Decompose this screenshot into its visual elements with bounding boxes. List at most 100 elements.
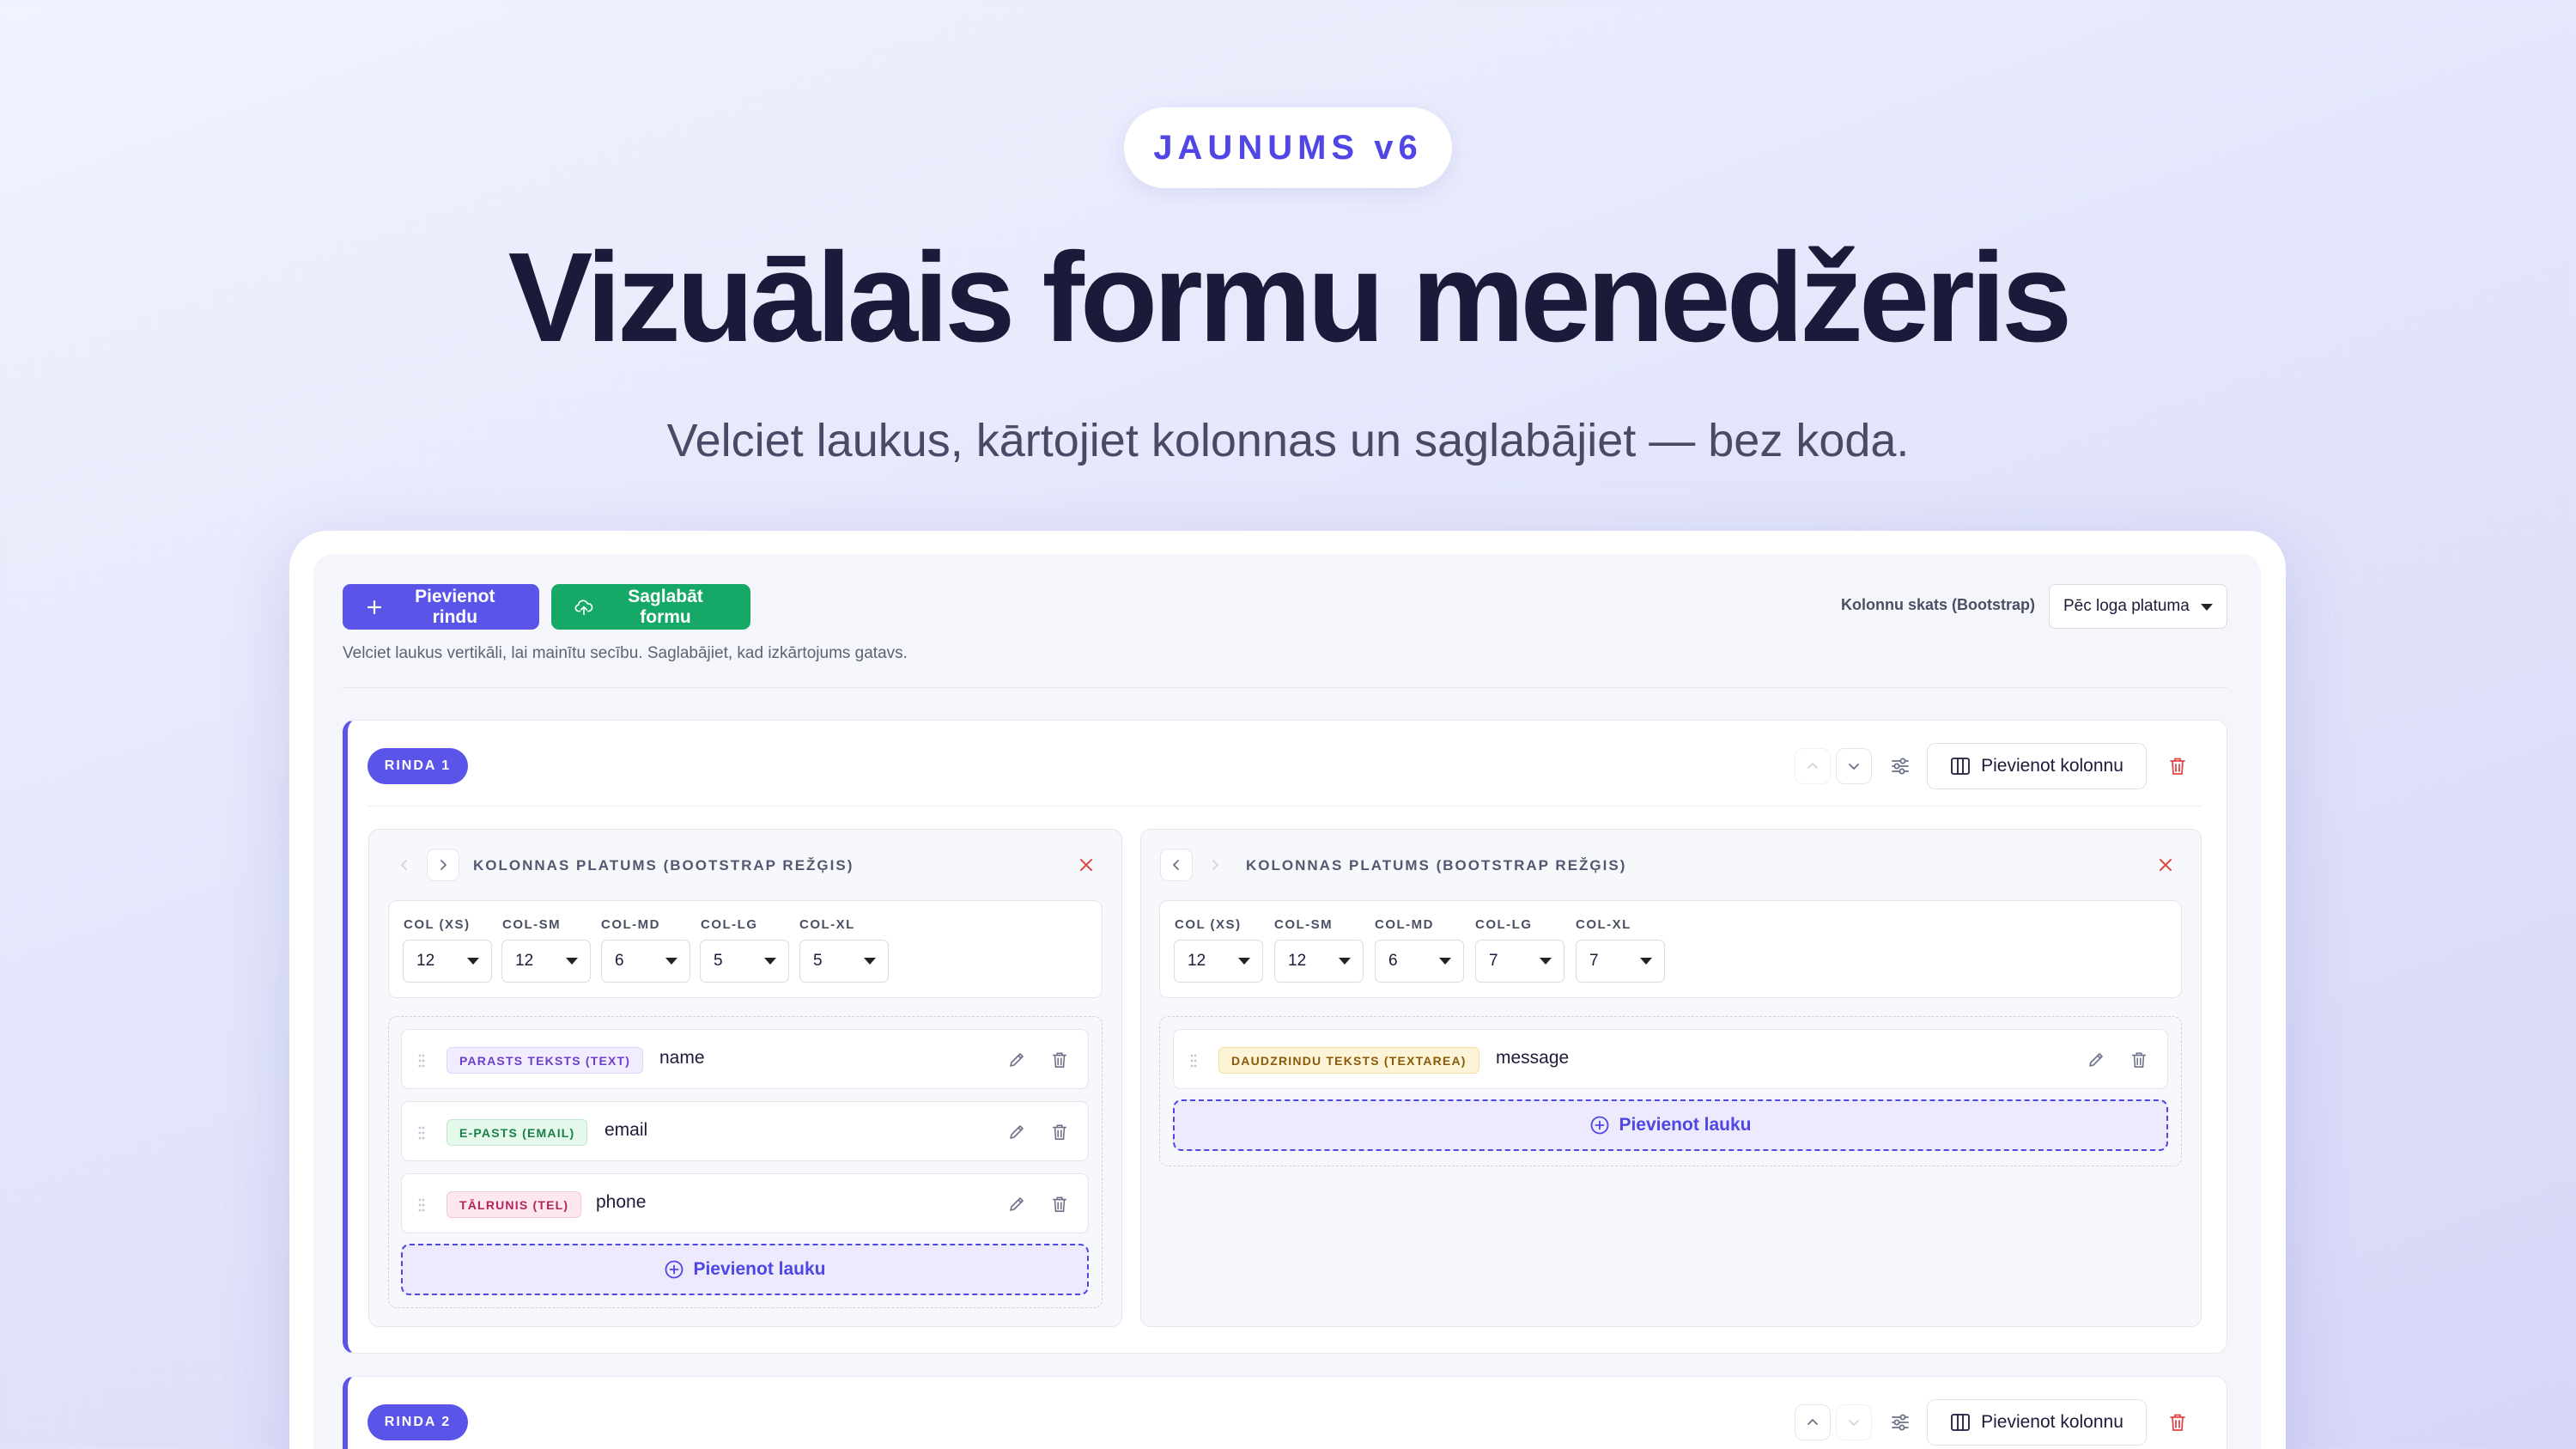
breakpoint-select-xl[interactable]: 5 (799, 940, 889, 983)
add-column-button[interactable]: Pievienot kolonnu (1927, 743, 2147, 789)
field-row[interactable]: DAUDZRINDU TEKSTS (TEXTAREA) message (1173, 1029, 2168, 1089)
breakpoint-select-lg[interactable]: 5 (700, 940, 789, 983)
plus-icon (366, 598, 384, 617)
breakpoint-value: 12 (515, 952, 534, 970)
row-settings-button[interactable] (1886, 752, 1914, 780)
delete-field-button[interactable] (1047, 1191, 1072, 1217)
add-row-label: Pievienot rindu (415, 586, 495, 627)
trash-icon (2131, 1052, 2147, 1068)
move-row-down-button[interactable] (1836, 748, 1872, 784)
chevron-right-icon (1212, 860, 1218, 870)
add-field-label: Pievienot lauku (693, 1259, 826, 1279)
field-type-badge: PARASTS TEKSTS (TEXT) (447, 1047, 644, 1074)
caret-down-icon (864, 958, 876, 965)
breakpoint-select-md[interactable]: 6 (1375, 940, 1464, 983)
chevron-left-icon (1173, 860, 1179, 870)
delete-field-button[interactable] (1047, 1047, 1072, 1073)
view-select[interactable]: Pēc loga platuma (2049, 584, 2227, 629)
row-settings-button[interactable] (1886, 1409, 1914, 1436)
add-field-button[interactable]: Pievienot lauku (1173, 1099, 2168, 1151)
breakpoint-value: 5 (813, 952, 823, 970)
move-column-left-button[interactable] (1160, 849, 1193, 881)
breakpoint-value: 5 (714, 952, 723, 970)
row-header-divider (368, 806, 2202, 807)
edit-field-button[interactable] (1004, 1119, 1030, 1145)
columns-icon (1951, 1414, 1970, 1431)
move-row-up-button[interactable] (1795, 748, 1831, 784)
caret-down-icon (1339, 958, 1351, 965)
save-form-label: Saglabāt formu (628, 586, 703, 627)
drag-handle-icon[interactable] (417, 1196, 426, 1214)
drag-handle-icon[interactable] (1189, 1052, 1198, 1069)
move-column-right-button[interactable] (1199, 849, 1231, 881)
trash-icon (2170, 758, 2185, 775)
chevron-right-icon (440, 860, 447, 870)
caret-down-icon (2201, 604, 2213, 611)
field-row[interactable]: TĀLRUNIS (TEL) phone (401, 1173, 1089, 1233)
delete-row-button[interactable] (2165, 1409, 2190, 1435)
field-type-badge: DAUDZRINDU TEKSTS (TEXTAREA) (1218, 1047, 1479, 1074)
page-title: Vizuālais formu menedžeris (507, 227, 2073, 368)
remove-column-button[interactable] (1073, 852, 1099, 878)
field-type-badge: E-PASTS (EMAIL) (447, 1119, 588, 1146)
column-heading: KOLONNAS PLATUMS (BOOTSTRAP REŽĢIS) (473, 857, 854, 874)
add-column-button[interactable]: Pievienot kolonnu (1927, 1399, 2147, 1446)
sliders-icon (1892, 758, 1909, 775)
breakpoint-value: 7 (1589, 952, 1599, 970)
breakpoint-label: COL-LG (701, 917, 758, 932)
breakpoint-select-sm[interactable]: 12 (501, 940, 591, 983)
version-badge: JAUNUMS v6 (1124, 107, 1452, 188)
remove-column-button[interactable] (2153, 852, 2178, 878)
breakpoint-value: 12 (1188, 952, 1206, 970)
save-form-button[interactable]: Saglabāt formu (551, 584, 750, 630)
field-row[interactable]: PARASTS TEKSTS (TEXT) name (401, 1029, 1089, 1089)
page-subtitle: Velciet laukus, kārtojiet kolonnas un sa… (666, 415, 1910, 466)
breakpoint-select-md[interactable]: 6 (601, 940, 690, 983)
move-row-down-button[interactable] (1836, 1404, 1872, 1440)
breakpoint-label: COL-XL (1576, 917, 1631, 932)
breakpoint-select-sm[interactable]: 12 (1274, 940, 1364, 983)
field-row[interactable]: E-PASTS (EMAIL) email (401, 1101, 1089, 1161)
pencil-icon (1010, 1053, 1024, 1067)
delete-field-button[interactable] (1047, 1119, 1072, 1145)
caret-down-icon (1238, 958, 1250, 965)
delete-field-button[interactable] (2126, 1047, 2152, 1073)
chevron-up-icon (1807, 763, 1818, 769)
breakpoint-label: COL-SM (1274, 917, 1334, 932)
move-column-left-button[interactable] (388, 849, 421, 881)
add-field-button[interactable]: Pievienot lauku (401, 1244, 1089, 1295)
add-row-button[interactable]: Pievienot rindu (343, 584, 539, 630)
breakpoint-label: COL-SM (502, 917, 562, 932)
edit-field-button[interactable] (1004, 1191, 1030, 1217)
drag-handle-icon[interactable] (417, 1124, 426, 1142)
breakpoint-value: 6 (1388, 952, 1398, 970)
caret-down-icon (665, 958, 677, 965)
breakpoint-select-xl[interactable]: 7 (1576, 940, 1665, 983)
delete-row-button[interactable] (2165, 753, 2190, 779)
columns-icon (1951, 758, 1970, 775)
caret-down-icon (1540, 958, 1552, 965)
breakpoint-label: COL-MD (1375, 917, 1434, 932)
pencil-icon (1010, 1197, 1024, 1211)
add-column-label: Pievienot kolonnu (1981, 1412, 2123, 1432)
field-name: email (605, 1120, 648, 1140)
plus-circle-icon (1591, 1116, 1609, 1135)
field-type-badge: TĀLRUNIS (TEL) (447, 1191, 582, 1218)
edit-field-button[interactable] (1004, 1047, 1030, 1073)
move-column-right-button[interactable] (427, 849, 459, 881)
breakpoint-select-lg[interactable]: 7 (1475, 940, 1564, 983)
breakpoint-select-xs[interactable]: 12 (1174, 940, 1263, 983)
breakpoint-select-xs[interactable]: 12 (403, 940, 492, 983)
caret-down-icon (1640, 958, 1652, 965)
field-name: name (659, 1048, 705, 1068)
chevron-up-icon (1807, 1419, 1818, 1425)
field-name: phone (596, 1192, 647, 1212)
caret-down-icon (764, 958, 776, 965)
row-badge-1: RINDA 1 (368, 748, 468, 784)
drag-handle-icon[interactable] (417, 1052, 426, 1069)
move-row-up-button[interactable] (1795, 1404, 1831, 1440)
edit-field-button[interactable] (2083, 1047, 2109, 1073)
breakpoint-value: 12 (1288, 952, 1307, 970)
cloud-upload-icon (574, 598, 593, 617)
breakpoint-value: 6 (615, 952, 624, 970)
